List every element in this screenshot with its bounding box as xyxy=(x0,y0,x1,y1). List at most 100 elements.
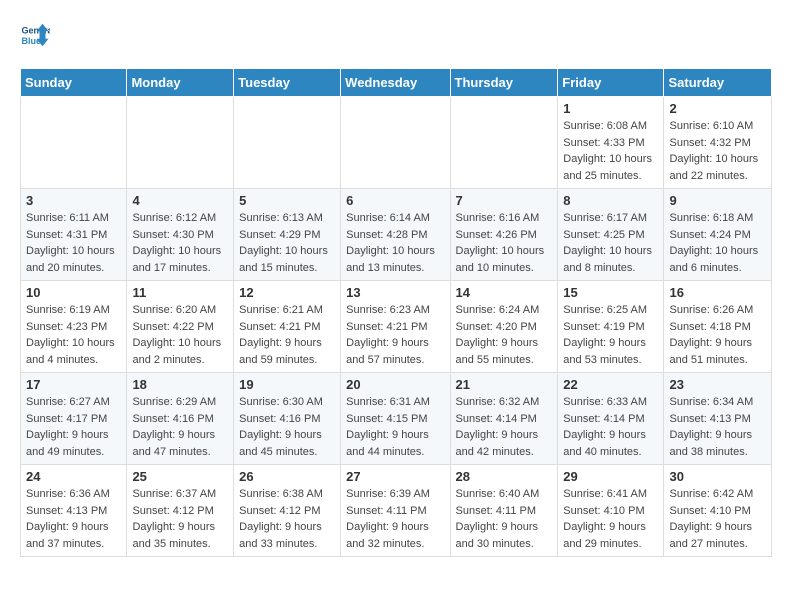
day-number: 11 xyxy=(132,285,228,300)
day-info: Sunrise: 6:18 AM Sunset: 4:24 PM Dayligh… xyxy=(669,210,766,276)
calendar-cell: 15 Sunrise: 6:25 AM Sunset: 4:19 PM Dayli… xyxy=(558,281,664,373)
calendar-cell: 19Sunrise: 6:30 AM Sunset: 4:16 PM Dayli… xyxy=(234,373,341,465)
calendar-cell: 26 Sunrise: 6:38 AM Sunset: 4:12 PM Dayli… xyxy=(234,465,341,557)
calendar-week-row: 17Sunrise: 6:27 AM Sunset: 4:17 PM Dayli… xyxy=(21,373,772,465)
day-info: Sunrise: 6:20 AM Sunset: 4:22 PM Dayligh… xyxy=(132,302,228,368)
calendar-table: SundayMondayTuesdayWednesdayThursdayFrid… xyxy=(20,68,772,557)
calendar-cell xyxy=(234,97,341,189)
calendar-cell: 9 Sunrise: 6:18 AM Sunset: 4:24 PM Daylig… xyxy=(664,189,772,281)
day-number: 5 xyxy=(239,193,335,208)
day-number: 21 xyxy=(456,377,553,392)
day-number: 19 xyxy=(239,377,335,392)
calendar-cell: 28 Sunrise: 6:40 AM Sunset: 4:11 PM Dayli… xyxy=(450,465,558,557)
logo-icon: General Blue xyxy=(20,20,50,50)
weekday-header-row: SundayMondayTuesdayWednesdayThursdayFrid… xyxy=(21,69,772,97)
day-info: Sunrise: 6:13 AM Sunset: 4:29 PM Dayligh… xyxy=(239,210,335,276)
calendar-cell: 27 Sunrise: 6:39 AM Sunset: 4:11 PM Dayli… xyxy=(341,465,450,557)
calendar-cell: 30 Sunrise: 6:42 AM Sunset: 4:10 PM Dayli… xyxy=(664,465,772,557)
day-info: Sunrise: 6:10 AM Sunset: 4:32 PM Dayligh… xyxy=(669,118,766,184)
day-info: Sunrise: 6:41 AM Sunset: 4:10 PM Dayligh… xyxy=(563,486,658,552)
calendar-cell: 25 Sunrise: 6:37 AM Sunset: 4:12 PM Dayli… xyxy=(127,465,234,557)
day-info: Sunrise: 6:42 AM Sunset: 4:10 PM Dayligh… xyxy=(669,486,766,552)
day-number: 10 xyxy=(26,285,121,300)
day-number: 17 xyxy=(26,377,121,392)
calendar-week-row: 24 Sunrise: 6:36 AM Sunset: 4:13 PM Dayli… xyxy=(21,465,772,557)
day-info: Sunrise: 6:26 AM Sunset: 4:18 PM Dayligh… xyxy=(669,302,766,368)
calendar-cell: 7 Sunrise: 6:16 AM Sunset: 4:26 PM Daylig… xyxy=(450,189,558,281)
calendar-cell: 13 Sunrise: 6:23 AM Sunset: 4:21 PM Dayli… xyxy=(341,281,450,373)
calendar-week-row: 3Sunrise: 6:11 AM Sunset: 4:31 PM Daylig… xyxy=(21,189,772,281)
calendar-cell: 16 Sunrise: 6:26 AM Sunset: 4:18 PM Dayli… xyxy=(664,281,772,373)
calendar-cell: 24 Sunrise: 6:36 AM Sunset: 4:13 PM Dayli… xyxy=(21,465,127,557)
calendar-cell: 4 Sunrise: 6:12 AM Sunset: 4:30 PM Daylig… xyxy=(127,189,234,281)
calendar-cell: 22 Sunrise: 6:33 AM Sunset: 4:14 PM Dayli… xyxy=(558,373,664,465)
calendar-cell: 29 Sunrise: 6:41 AM Sunset: 4:10 PM Dayli… xyxy=(558,465,664,557)
weekday-header-saturday: Saturday xyxy=(664,69,772,97)
day-number: 9 xyxy=(669,193,766,208)
day-info: Sunrise: 6:29 AM Sunset: 4:16 PM Dayligh… xyxy=(132,394,228,460)
day-info: Sunrise: 6:38 AM Sunset: 4:12 PM Dayligh… xyxy=(239,486,335,552)
day-info: Sunrise: 6:33 AM Sunset: 4:14 PM Dayligh… xyxy=(563,394,658,460)
day-number: 3 xyxy=(26,193,121,208)
day-info: Sunrise: 6:31 AM Sunset: 4:15 PM Dayligh… xyxy=(346,394,444,460)
weekday-header-thursday: Thursday xyxy=(450,69,558,97)
day-number: 23 xyxy=(669,377,766,392)
day-number: 16 xyxy=(669,285,766,300)
day-number: 15 xyxy=(563,285,658,300)
day-number: 18 xyxy=(132,377,228,392)
day-number: 20 xyxy=(346,377,444,392)
calendar-cell xyxy=(341,97,450,189)
page-header: General Blue xyxy=(20,20,772,60)
calendar-cell: 8 Sunrise: 6:17 AM Sunset: 4:25 PM Daylig… xyxy=(558,189,664,281)
day-number: 13 xyxy=(346,285,444,300)
day-info: Sunrise: 6:40 AM Sunset: 4:11 PM Dayligh… xyxy=(456,486,553,552)
day-info: Sunrise: 6:12 AM Sunset: 4:30 PM Dayligh… xyxy=(132,210,228,276)
day-info: Sunrise: 6:23 AM Sunset: 4:21 PM Dayligh… xyxy=(346,302,444,368)
day-number: 6 xyxy=(346,193,444,208)
calendar-cell: 21Sunrise: 6:32 AM Sunset: 4:14 PM Dayli… xyxy=(450,373,558,465)
calendar-cell: 11 Sunrise: 6:20 AM Sunset: 4:22 PM Dayli… xyxy=(127,281,234,373)
day-number: 1 xyxy=(563,101,658,116)
day-info: Sunrise: 6:14 AM Sunset: 4:28 PM Dayligh… xyxy=(346,210,444,276)
calendar-cell: 12 Sunrise: 6:21 AM Sunset: 4:21 PM Dayli… xyxy=(234,281,341,373)
logo: General Blue xyxy=(20,20,54,50)
calendar-cell: 5 Sunrise: 6:13 AM Sunset: 4:29 PM Daylig… xyxy=(234,189,341,281)
day-number: 28 xyxy=(456,469,553,484)
calendar-cell xyxy=(450,97,558,189)
calendar-cell: 18 Sunrise: 6:29 AM Sunset: 4:16 PM Dayli… xyxy=(127,373,234,465)
day-number: 22 xyxy=(563,377,658,392)
day-number: 4 xyxy=(132,193,228,208)
day-info: Sunrise: 6:21 AM Sunset: 4:21 PM Dayligh… xyxy=(239,302,335,368)
day-number: 12 xyxy=(239,285,335,300)
calendar-cell: 20 Sunrise: 6:31 AM Sunset: 4:15 PM Dayli… xyxy=(341,373,450,465)
day-number: 27 xyxy=(346,469,444,484)
weekday-header-monday: Monday xyxy=(127,69,234,97)
calendar-cell: 3Sunrise: 6:11 AM Sunset: 4:31 PM Daylig… xyxy=(21,189,127,281)
calendar-cell xyxy=(127,97,234,189)
calendar-week-row: 10Sunrise: 6:19 AM Sunset: 4:23 PM Dayli… xyxy=(21,281,772,373)
day-number: 8 xyxy=(563,193,658,208)
weekday-header-tuesday: Tuesday xyxy=(234,69,341,97)
day-info: Sunrise: 6:25 AM Sunset: 4:19 PM Dayligh… xyxy=(563,302,658,368)
day-number: 14 xyxy=(456,285,553,300)
day-number: 7 xyxy=(456,193,553,208)
day-number: 29 xyxy=(563,469,658,484)
calendar-cell: 14 Sunrise: 6:24 AM Sunset: 4:20 PM Dayli… xyxy=(450,281,558,373)
day-info: Sunrise: 6:39 AM Sunset: 4:11 PM Dayligh… xyxy=(346,486,444,552)
calendar-cell: 17Sunrise: 6:27 AM Sunset: 4:17 PM Dayli… xyxy=(21,373,127,465)
weekday-header-sunday: Sunday xyxy=(21,69,127,97)
day-number: 26 xyxy=(239,469,335,484)
calendar-cell: 23 Sunrise: 6:34 AM Sunset: 4:13 PM Dayli… xyxy=(664,373,772,465)
day-info: Sunrise: 6:34 AM Sunset: 4:13 PM Dayligh… xyxy=(669,394,766,460)
day-info: Sunrise: 6:36 AM Sunset: 4:13 PM Dayligh… xyxy=(26,486,121,552)
day-info: Sunrise: 6:16 AM Sunset: 4:26 PM Dayligh… xyxy=(456,210,553,276)
calendar-week-row: 1Sunrise: 6:08 AM Sunset: 4:33 PM Daylig… xyxy=(21,97,772,189)
day-info: Sunrise: 6:37 AM Sunset: 4:12 PM Dayligh… xyxy=(132,486,228,552)
calendar-cell xyxy=(21,97,127,189)
day-number: 30 xyxy=(669,469,766,484)
day-info: Sunrise: 6:17 AM Sunset: 4:25 PM Dayligh… xyxy=(563,210,658,276)
day-number: 24 xyxy=(26,469,121,484)
calendar-cell: 1Sunrise: 6:08 AM Sunset: 4:33 PM Daylig… xyxy=(558,97,664,189)
day-info: Sunrise: 6:24 AM Sunset: 4:20 PM Dayligh… xyxy=(456,302,553,368)
day-number: 25 xyxy=(132,469,228,484)
